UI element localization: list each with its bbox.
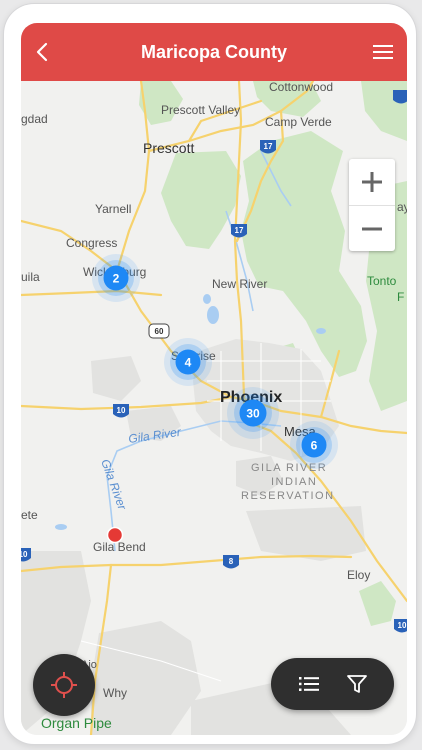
device-frame: Maricopa County 17 17 60 10 0 8 10 Cotto… xyxy=(4,4,416,744)
cluster-marker-surprise[interactable]: 4 xyxy=(164,338,212,386)
label-camp-verde: Camp Verde xyxy=(265,115,332,129)
label-organ-pipe: Organ Pipe xyxy=(41,715,112,731)
label-ete: ete xyxy=(21,508,38,522)
label-yarnell: Yarnell xyxy=(95,202,131,216)
crosshair-icon xyxy=(51,672,77,698)
label-eloy: Eloy xyxy=(347,568,370,582)
funnel-icon xyxy=(347,675,367,693)
svg-text:17: 17 xyxy=(235,226,244,235)
label-new-river: New River xyxy=(212,277,267,291)
label-ay: ay xyxy=(397,200,407,214)
label-reservation: RESERVATION xyxy=(241,490,335,502)
cluster-marker-wickenburg[interactable]: 2 xyxy=(92,254,140,302)
label-indian: INDIAN xyxy=(271,476,317,488)
label-why: Why xyxy=(103,686,127,700)
cluster-marker-mesa[interactable]: 6 xyxy=(290,421,338,469)
label-gdad: gdad xyxy=(21,112,48,126)
svg-text:17: 17 xyxy=(264,142,273,151)
app-screen: Maricopa County 17 17 60 10 0 8 10 Cotto… xyxy=(21,23,407,735)
menu-button[interactable] xyxy=(371,41,395,63)
zoom-out-button[interactable] xyxy=(349,205,395,252)
label-tonto: Tonto xyxy=(367,274,397,288)
cluster-marker-phoenix[interactable]: 30 xyxy=(227,387,279,439)
cluster-count: 30 xyxy=(246,407,260,421)
svg-text:10: 10 xyxy=(398,621,407,630)
svg-text:60: 60 xyxy=(155,327,164,336)
location-pin[interactable] xyxy=(106,526,124,544)
map-toolbar xyxy=(271,658,394,710)
list-icon xyxy=(299,677,319,691)
cluster-count: 2 xyxy=(113,272,120,286)
label-congress: Congress xyxy=(66,236,117,250)
minus-icon xyxy=(362,227,382,231)
zoom-control xyxy=(349,159,395,251)
hamburger-menu-icon xyxy=(373,45,393,59)
zoom-in-button[interactable] xyxy=(349,159,395,205)
app-header: Maricopa County xyxy=(21,23,407,81)
cluster-count: 6 xyxy=(311,439,318,453)
page-title: Maricopa County xyxy=(140,42,287,62)
list-view-button[interactable] xyxy=(296,671,322,697)
plus-icon xyxy=(362,172,382,192)
svg-text:10: 10 xyxy=(21,550,28,559)
locate-me-button[interactable] xyxy=(33,654,95,716)
svg-text:10: 10 xyxy=(117,406,126,415)
label-prescott: Prescott xyxy=(143,140,194,156)
svg-text:8: 8 xyxy=(229,557,234,566)
label-cottonwood: Cottonwood xyxy=(269,81,333,94)
label-gila-bend: Gila Bend xyxy=(93,540,146,554)
cluster-count: 4 xyxy=(185,356,192,370)
filter-button[interactable] xyxy=(344,671,370,697)
label-tonto-f: F xyxy=(397,290,404,304)
label-prescott-valley: Prescott Valley xyxy=(161,103,240,117)
label-aguila: uila xyxy=(21,270,40,284)
